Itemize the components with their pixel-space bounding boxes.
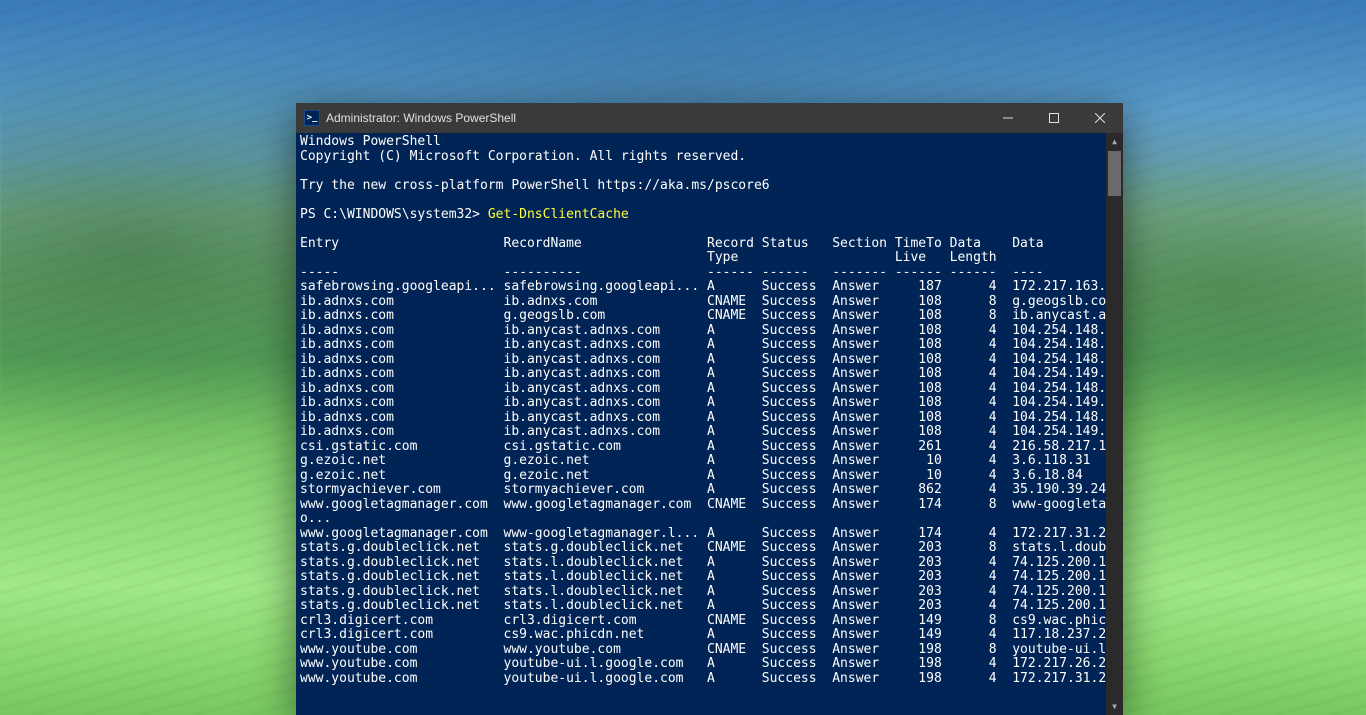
- window-title: Administrator: Windows PowerShell: [326, 111, 985, 125]
- maximize-button[interactable]: [1031, 103, 1077, 133]
- scrollbar-thumb[interactable]: [1108, 151, 1121, 196]
- close-button[interactable]: [1077, 103, 1123, 133]
- powershell-icon: >_: [304, 110, 320, 126]
- titlebar[interactable]: >_ Administrator: Windows PowerShell: [296, 103, 1123, 133]
- scroll-down-icon[interactable]: ▼: [1106, 698, 1123, 715]
- window-controls: [985, 103, 1123, 133]
- powershell-window: >_ Administrator: Windows PowerShell Win…: [296, 103, 1123, 715]
- terminal-output[interactable]: Windows PowerShell Copyright (C) Microso…: [296, 133, 1123, 715]
- scroll-up-icon[interactable]: ▲: [1106, 133, 1123, 150]
- minimize-button[interactable]: [985, 103, 1031, 133]
- scrollbar[interactable]: ▲ ▼: [1106, 133, 1123, 715]
